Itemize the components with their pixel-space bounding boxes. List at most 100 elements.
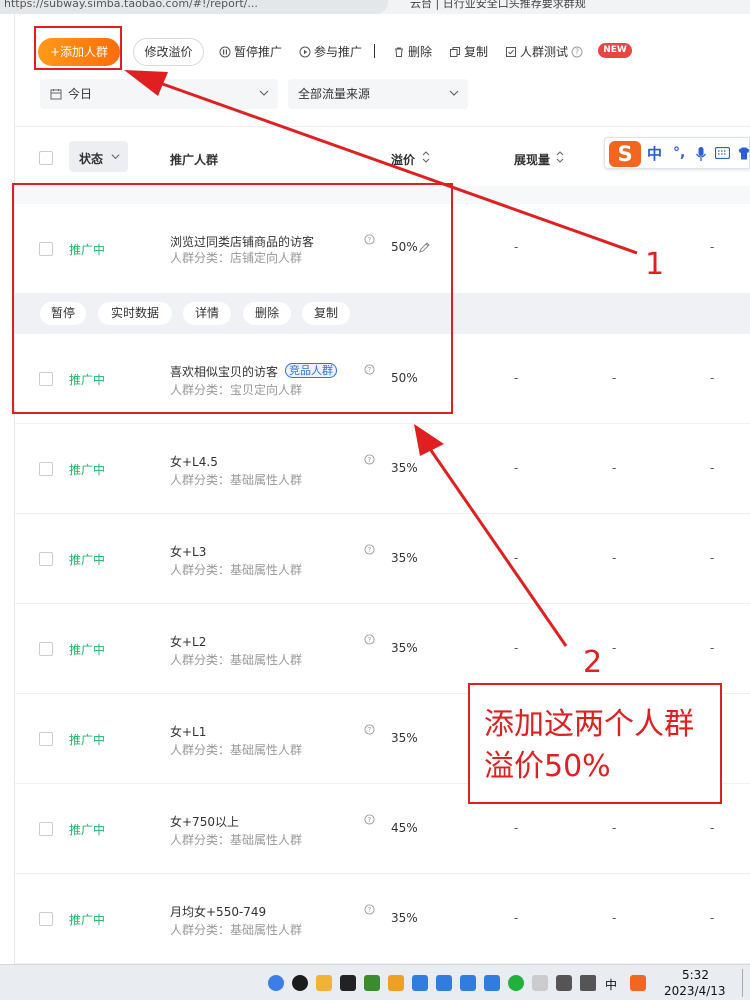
modify-premium-button[interactable]: 修改溢价	[133, 38, 204, 66]
input-language-indicator[interactable]: 中	[605, 976, 617, 993]
annotation-label-2: 2	[583, 645, 603, 680]
premium-value: 35%	[391, 911, 418, 925]
svg-text:?: ?	[368, 726, 372, 734]
metric-value: -	[612, 551, 617, 565]
crowd-category: 人群分类：基础属性人群	[170, 473, 303, 487]
browser-top-strip: https://subway.simba.taobao.com/#!/repor…	[0, 0, 750, 14]
annotation-box-two-crowds	[12, 183, 453, 414]
security-shield-icon[interactable]	[340, 975, 356, 991]
impressions-value: -	[514, 911, 519, 925]
crowd-name: 女+L3	[170, 545, 207, 559]
section-divider	[15, 126, 750, 127]
network-icon[interactable]	[556, 975, 572, 991]
premium-header[interactable]: 溢价	[391, 151, 415, 168]
table-row[interactable]	[15, 424, 750, 514]
impressions-value: -	[514, 240, 519, 254]
row-checkbox[interactable]	[39, 462, 53, 476]
premium-value: 35%	[391, 731, 418, 745]
help-icon[interactable]: ?	[364, 814, 375, 825]
checkbox-test-icon	[506, 46, 516, 57]
row-status: 推广中	[69, 913, 106, 927]
metric-value: -	[710, 371, 715, 385]
traffic-source-select[interactable]: 全部流量来源	[288, 79, 468, 109]
shirt-skin-icon[interactable]	[738, 147, 750, 160]
metric-value: -	[612, 641, 617, 655]
row-checkbox[interactable]	[39, 822, 53, 836]
metric-value: -	[612, 461, 617, 475]
volume-icon[interactable]	[580, 975, 596, 991]
clock-date[interactable]: 2023/4/13	[664, 984, 726, 998]
sort-icon[interactable]	[555, 150, 565, 164]
page-tab-title: 云台 | 日行业安全口头推荐要求群规	[410, 0, 586, 10]
help-icon[interactable]: ?	[364, 544, 375, 555]
row-checkbox[interactable]	[39, 552, 53, 566]
help-icon[interactable]: ?	[364, 904, 375, 915]
clock-time[interactable]: 5:32	[682, 968, 709, 982]
date-select[interactable]: 今日	[40, 79, 278, 109]
sort-icon[interactable]	[421, 150, 431, 164]
traffic-source-value: 全部流量来源	[298, 87, 371, 101]
app-icon[interactable]	[436, 975, 452, 991]
row-checkbox[interactable]	[39, 642, 53, 656]
punctuation-icon[interactable]: °,	[673, 145, 685, 161]
copy-icon	[450, 46, 460, 57]
help-icon[interactable]: ?	[364, 454, 375, 465]
delete-button[interactable]: 删除	[393, 43, 432, 60]
folder-icon[interactable]	[316, 975, 332, 991]
crowd-name: 女+750以上	[170, 815, 239, 829]
table-row[interactable]	[15, 604, 750, 694]
antivirus-icon[interactable]	[388, 975, 404, 991]
sogou-tray-icon[interactable]	[630, 975, 646, 991]
chevron-down-icon	[111, 154, 120, 160]
row-status: 推广中	[69, 823, 106, 837]
svg-text:?: ?	[368, 636, 372, 644]
weather-icon[interactable]	[268, 975, 284, 991]
premium-value: 45%	[391, 821, 418, 835]
row-status: 推广中	[69, 733, 106, 747]
keyboard-icon[interactable]	[715, 147, 730, 159]
show-desktop-button[interactable]	[742, 969, 743, 997]
annotation-note-line1: 添加这两个人群	[484, 707, 694, 742]
crowd-name: 女+L2	[170, 635, 207, 649]
new-badge: NEW	[598, 43, 632, 58]
microphone-icon[interactable]	[695, 146, 707, 162]
help-icon[interactable]: ?	[364, 724, 375, 735]
crowd-name: 月均女+550-749	[170, 905, 267, 919]
sogou-ime-toolbar[interactable]: S 中 °,	[604, 137, 750, 169]
qq-icon[interactable]	[292, 975, 308, 991]
impressions-value: -	[514, 371, 519, 385]
app-icon[interactable]	[412, 975, 428, 991]
premium-value: 35%	[391, 461, 418, 475]
copy-button[interactable]: 复制	[449, 43, 488, 60]
help-icon[interactable]: ?	[364, 634, 375, 645]
delete-label: 删除	[408, 45, 433, 59]
row-checkbox[interactable]	[39, 732, 53, 746]
crowd-category: 人群分类：基础属性人群	[170, 923, 303, 937]
crowd-name: 女+L1	[170, 725, 207, 739]
crowd-test-button[interactable]: 人群测试 ?	[505, 43, 583, 60]
usb-device-icon[interactable]	[532, 975, 548, 991]
metric-value: -	[710, 461, 715, 475]
join-promotion-button[interactable]: 参与推广	[299, 43, 362, 60]
status-header-label: 状态	[79, 152, 104, 166]
crowd-category: 人群分类：基础属性人群	[170, 653, 303, 667]
crowd-test-label: 人群测试	[520, 45, 569, 59]
metric-value: -	[710, 821, 715, 835]
nvidia-icon[interactable]	[364, 975, 380, 991]
select-all-checkbox[interactable]	[39, 151, 53, 165]
wechat-icon[interactable]	[508, 975, 524, 991]
ime-chinese-mode[interactable]: 中	[647, 143, 662, 164]
table-row[interactable]	[15, 874, 750, 964]
pause-promotion-button[interactable]: 暂停推广	[219, 43, 282, 60]
table-row[interactable]	[15, 514, 750, 604]
app-icon[interactable]	[484, 975, 500, 991]
row-status: 推广中	[69, 463, 106, 477]
row-checkbox[interactable]	[39, 912, 53, 926]
address-bar[interactable]: https://subway.simba.taobao.com/#!/repor…	[0, 0, 388, 14]
impressions-value: -	[514, 461, 519, 475]
svg-text:?: ?	[368, 906, 372, 914]
status-filter-dropdown[interactable]: 状态	[69, 141, 128, 172]
toolbar-separator	[374, 44, 375, 58]
metric-value: -	[612, 911, 617, 925]
app-icon[interactable]	[460, 975, 476, 991]
